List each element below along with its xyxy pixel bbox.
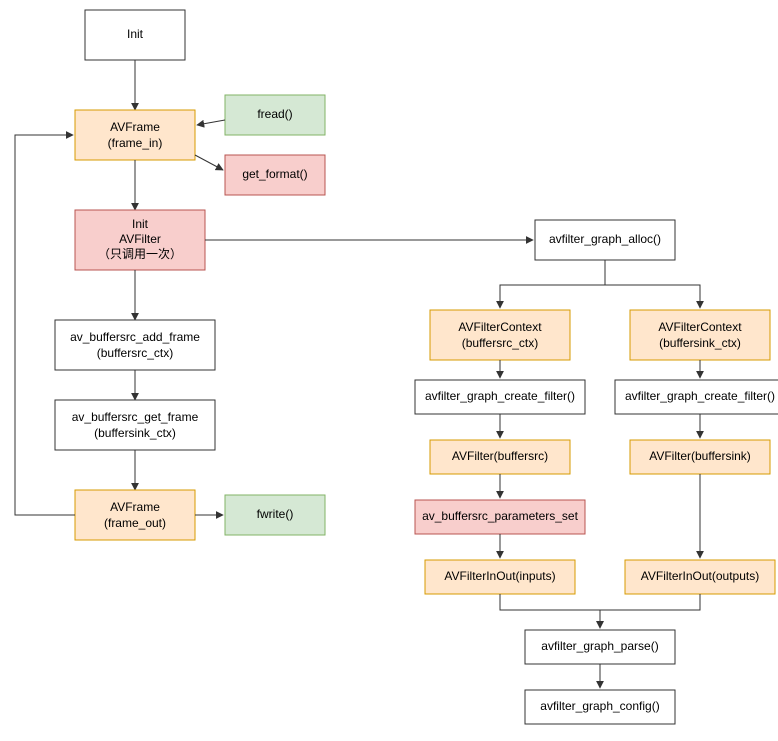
label-createfilter-l: avfilter_graph_create_filter() (425, 389, 575, 403)
label-initavf-3: （只调用一次） (98, 247, 182, 261)
label-frame-in-1: AVFrame (110, 120, 160, 134)
label-initavf-1: Init (132, 217, 149, 231)
label-getframe-1: av_buffersrc_get_frame (72, 410, 199, 424)
node-fread: fread() (225, 95, 325, 135)
node-init: Init (85, 10, 185, 60)
node-frame-in: AVFrame (frame_in) (75, 110, 195, 160)
node-fwrite: fwrite() (225, 495, 325, 535)
label-getframe-2: (buffersink_ctx) (94, 426, 176, 440)
node-add-frame: av_buffersrc_add_frame (buffersrc_ctx) (55, 320, 215, 370)
node-inout-in: AVFilterInOut(inputs) (425, 560, 575, 594)
node-graph-config: avfilter_graph_config() (525, 690, 675, 724)
node-create-filter-right: avfilter_graph_create_filter() (615, 380, 778, 414)
label-paramsset: av_buffersrc_parameters_set (422, 509, 579, 523)
node-get-format: get_format() (225, 155, 325, 195)
node-frame-out: AVFrame (frame_out) (75, 490, 195, 540)
node-inout-out: AVFilterInOut(outputs) (625, 560, 775, 594)
label-frameout-1: AVFrame (110, 500, 160, 514)
label-inoutin: AVFilterInOut(inputs) (444, 569, 555, 583)
label-init: Init (127, 27, 144, 41)
label-graphalloc: avfilter_graph_alloc() (549, 232, 661, 246)
label-fread: fread() (257, 107, 292, 121)
node-bufsink: AVFilter(buffersink) (630, 440, 770, 474)
label-ctxsrc-1: AVFilterContext (458, 320, 542, 334)
label-bufsink: AVFilter(buffersink) (649, 449, 751, 463)
edge-inoutout-to-parse (600, 594, 700, 628)
node-get-frame: av_buffersrc_get_frame (buffersink_ctx) (55, 400, 215, 450)
label-ctxsink-2: (buffersink_ctx) (659, 336, 741, 350)
label-frame-in-2: (frame_in) (108, 136, 163, 150)
label-graphparse: avfilter_graph_parse() (541, 639, 658, 653)
label-createfilter-r: avfilter_graph_create_filter() (625, 389, 775, 403)
edge-fread-to-framein (197, 120, 225, 125)
edge-inoutin-to-parse (500, 594, 600, 628)
label-get-format: get_format() (242, 167, 307, 181)
label-graphconfig: avfilter_graph_config() (540, 699, 659, 713)
edge-graphalloc-to-ctxsink (605, 260, 700, 308)
node-graph-parse: avfilter_graph_parse() (525, 630, 675, 664)
node-create-filter-left: avfilter_graph_create_filter() (415, 380, 585, 414)
label-fwrite: fwrite() (257, 507, 294, 521)
node-ctx-src: AVFilterContext (buffersrc_ctx) (430, 310, 570, 360)
node-params-set: av_buffersrc_parameters_set (415, 500, 585, 534)
node-ctx-sink: AVFilterContext (buffersink_ctx) (630, 310, 770, 360)
node-bufsrc: AVFilter(buffersrc) (430, 440, 570, 474)
label-frameout-2: (frame_out) (104, 516, 166, 530)
label-inoutout: AVFilterInOut(outputs) (641, 569, 760, 583)
node-init-avfilter: Init AVFilter （只调用一次） (75, 210, 205, 270)
edge-framein-to-getformat (195, 155, 223, 170)
node-graph-alloc: avfilter_graph_alloc() (535, 220, 675, 260)
label-initavf-2: AVFilter (119, 232, 161, 246)
label-ctxsrc-2: (buffersrc_ctx) (462, 336, 538, 350)
edge-graphalloc-to-ctxsrc (500, 260, 605, 308)
label-addframe-1: av_buffersrc_add_frame (70, 330, 200, 344)
label-ctxsink-1: AVFilterContext (658, 320, 742, 334)
label-bufsrc: AVFilter(buffersrc) (452, 449, 548, 463)
label-addframe-2: (buffersrc_ctx) (97, 346, 173, 360)
